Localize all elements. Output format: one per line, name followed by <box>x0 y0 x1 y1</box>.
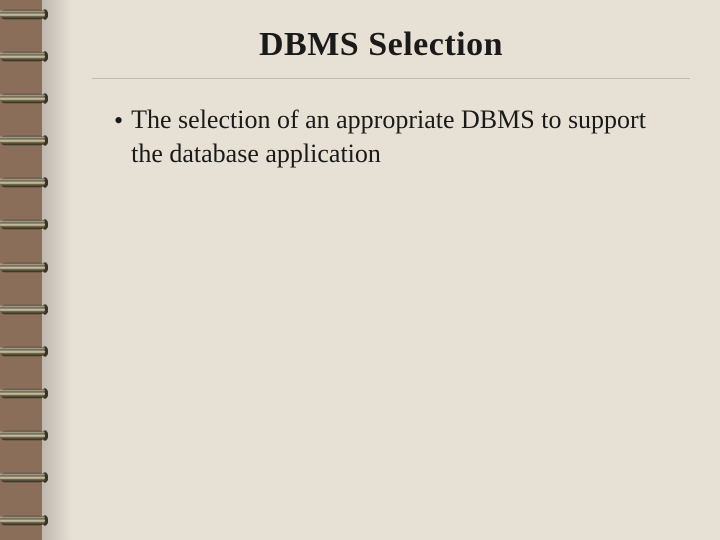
binder-ring-icon <box>0 132 48 149</box>
bullet-text: The selection of an appropriate DBMS to … <box>131 103 660 171</box>
binder-ring-icon <box>0 385 48 402</box>
binder-rings <box>0 0 48 540</box>
binder-ring-icon <box>0 427 48 444</box>
bullet-icon: • <box>114 103 123 137</box>
slide-content: • The selection of an appropriate DBMS t… <box>42 79 720 171</box>
binder-ring-icon <box>0 469 48 486</box>
binder-ring-icon <box>0 174 48 191</box>
slide-title: DBMS Selection <box>42 0 720 78</box>
binder-ring-icon <box>0 6 48 23</box>
binder-ring-icon <box>0 343 48 360</box>
binder-ring-icon <box>0 48 48 65</box>
binder-ring-icon <box>0 216 48 233</box>
binder-ring-icon <box>0 301 48 318</box>
binder-ring-icon <box>0 512 48 529</box>
binder-ring-icon <box>0 259 48 276</box>
slide-body: DBMS Selection • The selection of an app… <box>42 0 720 540</box>
list-item: • The selection of an appropriate DBMS t… <box>114 103 660 171</box>
binder-ring-icon <box>0 90 48 107</box>
